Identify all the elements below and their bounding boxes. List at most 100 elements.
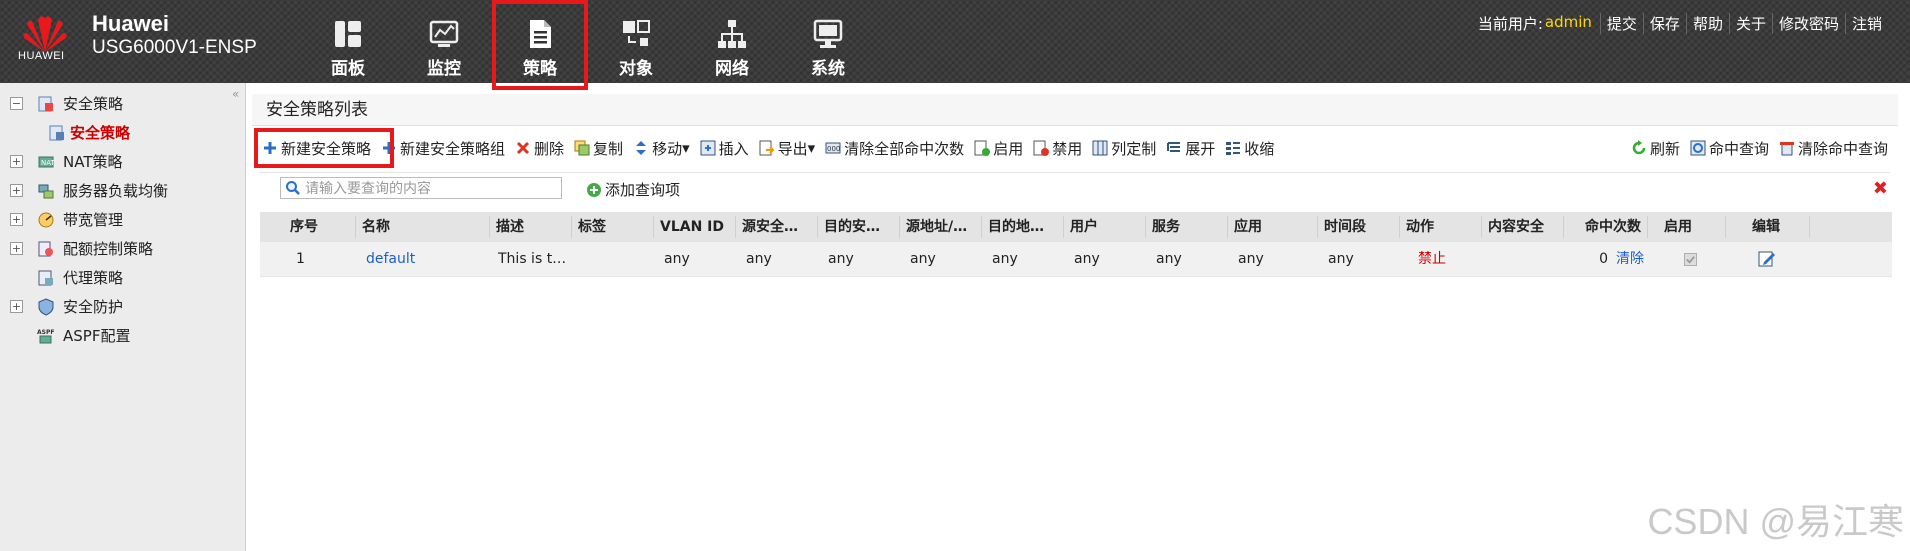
quota-control-icon xyxy=(38,241,53,256)
close-icon[interactable]: ✖ xyxy=(1873,178,1888,199)
submit-link[interactable]: 提交 xyxy=(1599,13,1643,34)
nat-policy-icon: NAT xyxy=(38,156,55,167)
network-icon xyxy=(718,20,746,48)
policy-name-link[interactable]: default xyxy=(356,248,490,270)
nav-monitor[interactable]: 监控 xyxy=(396,0,492,83)
col-time[interactable]: 时间段 xyxy=(1318,216,1400,238)
insert-icon xyxy=(700,140,716,156)
tree-label: 服务器负载均衡 xyxy=(63,182,169,200)
expand-toggle-icon[interactable]: + xyxy=(10,155,23,168)
sidebar-collapse-button[interactable]: « xyxy=(232,87,239,101)
save-link[interactable]: 保存 xyxy=(1642,13,1686,34)
hit-query-button[interactable]: 命中查询 xyxy=(1690,138,1769,159)
tree-label: 安全防护 xyxy=(63,298,124,316)
col-desc[interactable]: 描述 xyxy=(490,216,572,238)
nav-network[interactable]: 网络 xyxy=(684,0,780,83)
enable-button[interactable]: 启用 xyxy=(974,138,1023,159)
delete-button[interactable]: 删除 xyxy=(515,138,564,159)
export-button[interactable]: 导出 ▾ xyxy=(759,138,815,159)
delete-label: 删除 xyxy=(534,139,565,158)
col-tag[interactable]: 标签 xyxy=(572,216,654,238)
new-policy-group-button[interactable]: 新建安全策略组 xyxy=(381,138,505,159)
tree-item-security-policy[interactable]: − 安全策略 xyxy=(10,89,168,118)
expand-toggle-icon[interactable]: + xyxy=(10,213,23,226)
expand-all-button[interactable]: 展开 xyxy=(1166,138,1215,159)
col-content-security[interactable]: 内容安全 xyxy=(1482,216,1564,238)
customize-columns-button[interactable]: 列定制 xyxy=(1092,138,1156,159)
nav-policy[interactable]: 策略 xyxy=(492,0,588,90)
copy-button[interactable]: 复制 xyxy=(574,138,623,159)
svg-text:ASPF: ASPF xyxy=(37,329,54,336)
svg-text:NAT: NAT xyxy=(41,159,55,167)
collapse-label: 收缩 xyxy=(1244,139,1275,158)
insert-button[interactable]: 插入 xyxy=(700,138,749,159)
tree-item-proxy[interactable]: 代理策略 xyxy=(10,263,168,292)
move-icon xyxy=(636,141,647,155)
toolbar: 新建安全策略 新建安全策略组 删除 复制 移动 ▾ 插入 导出 ▾ 000 清除全部 xyxy=(252,134,1898,162)
clear-hits-link[interactable]: 清除 xyxy=(1616,248,1644,270)
col-no[interactable]: 序号 xyxy=(260,216,356,238)
refresh-button[interactable]: 刷新 xyxy=(1631,138,1680,159)
tree-item-slb[interactable]: + 服务器负载均衡 xyxy=(10,176,168,205)
tree-item-bandwidth[interactable]: + 带宽管理 xyxy=(10,205,168,234)
help-link[interactable]: 帮助 xyxy=(1685,13,1729,34)
expand-toggle-icon[interactable]: + xyxy=(10,300,23,313)
security-policy-icon xyxy=(49,125,64,140)
nav-system[interactable]: 系统 xyxy=(780,0,876,83)
export-label: 导出 xyxy=(777,139,808,158)
clear-hits-button[interactable]: 000 清除全部命中次数 xyxy=(825,138,964,159)
nav-object[interactable]: 对象 xyxy=(588,0,684,83)
collapse-toggle-icon[interactable]: − xyxy=(10,97,23,110)
col-src-zone[interactable]: 源安全… xyxy=(736,216,818,238)
col-hits[interactable]: 命中次数 xyxy=(1564,216,1648,238)
tree-item-protection[interactable]: + 安全防护 xyxy=(10,292,168,321)
tree-label: NAT策略 xyxy=(63,153,123,171)
policy-tree: − 安全策略 安全策略 + NAT NAT策略 + 服务器负载均衡 + 带宽管理… xyxy=(10,89,168,350)
col-vlan[interactable]: VLAN ID xyxy=(654,216,736,238)
search-input[interactable]: 请输入要查询的内容 xyxy=(280,177,562,199)
col-enabled[interactable]: 启用 xyxy=(1648,216,1726,238)
col-edit[interactable]: 编辑 xyxy=(1726,216,1810,238)
col-action[interactable]: 动作 xyxy=(1400,216,1482,238)
tree-item-nat-policy[interactable]: + NAT NAT策略 xyxy=(10,147,168,176)
about-link[interactable]: 关于 xyxy=(1728,13,1772,34)
move-button[interactable]: 移动 ▾ xyxy=(633,138,690,159)
security-policy-icon xyxy=(38,96,53,111)
expand-toggle-icon[interactable]: + xyxy=(10,242,23,255)
dashboard-icon xyxy=(335,21,361,47)
col-service[interactable]: 服务 xyxy=(1146,216,1228,238)
col-app[interactable]: 应用 xyxy=(1228,216,1318,238)
nav-dashboard[interactable]: 面板 xyxy=(300,0,396,83)
hit-query-label: 命中查询 xyxy=(1708,139,1769,158)
change-password-link[interactable]: 修改密码 xyxy=(1771,13,1845,34)
main-nav: 面板 监控 策略 对象 网络 系统 xyxy=(300,0,876,90)
collapse-all-button[interactable]: 收缩 xyxy=(1225,138,1274,159)
refresh-icon xyxy=(1632,140,1646,155)
add-circle-icon xyxy=(587,182,601,197)
edit-icon[interactable] xyxy=(1758,250,1776,268)
col-user[interactable]: 用户 xyxy=(1064,216,1146,238)
disable-button[interactable]: 禁用 xyxy=(1033,138,1082,159)
enabled-checkbox[interactable] xyxy=(1684,252,1697,266)
customize-label: 列定制 xyxy=(1111,139,1157,158)
col-src-addr[interactable]: 源地址/… xyxy=(900,216,982,238)
expand-toggle-icon[interactable]: + xyxy=(10,184,23,197)
clear-hit-query-button[interactable]: 清除命中查询 xyxy=(1779,138,1888,159)
search-icon xyxy=(286,181,300,195)
col-name[interactable]: 名称 xyxy=(356,216,490,238)
cell-src-zone: any xyxy=(746,251,772,267)
main-panel: 安全策略列表 新建安全策略 新建安全策略组 删除 复制 移动▾ 插入 导出▾ xyxy=(252,94,1898,551)
tree-item-aspf[interactable]: ASPF ASPF配置 xyxy=(10,321,168,350)
tree-label: 安全策略 xyxy=(70,124,131,142)
logout-link[interactable]: 注销 xyxy=(1844,13,1888,34)
col-dst-zone[interactable]: 目的安… xyxy=(818,216,900,238)
object-icon xyxy=(623,20,650,46)
add-query-button[interactable]: 添加查询项 xyxy=(586,179,680,200)
tree-item-security-policy-sub[interactable]: 安全策略 xyxy=(10,118,168,147)
nav-label: 监控 xyxy=(427,59,461,79)
col-dst-addr[interactable]: 目的地… xyxy=(982,216,1064,238)
table-row[interactable]: 1 default This is t… any any any any any… xyxy=(260,242,1892,277)
aspf-icon: ASPF xyxy=(37,329,54,343)
tree-item-quota[interactable]: + 配额控制策略 xyxy=(10,234,168,263)
